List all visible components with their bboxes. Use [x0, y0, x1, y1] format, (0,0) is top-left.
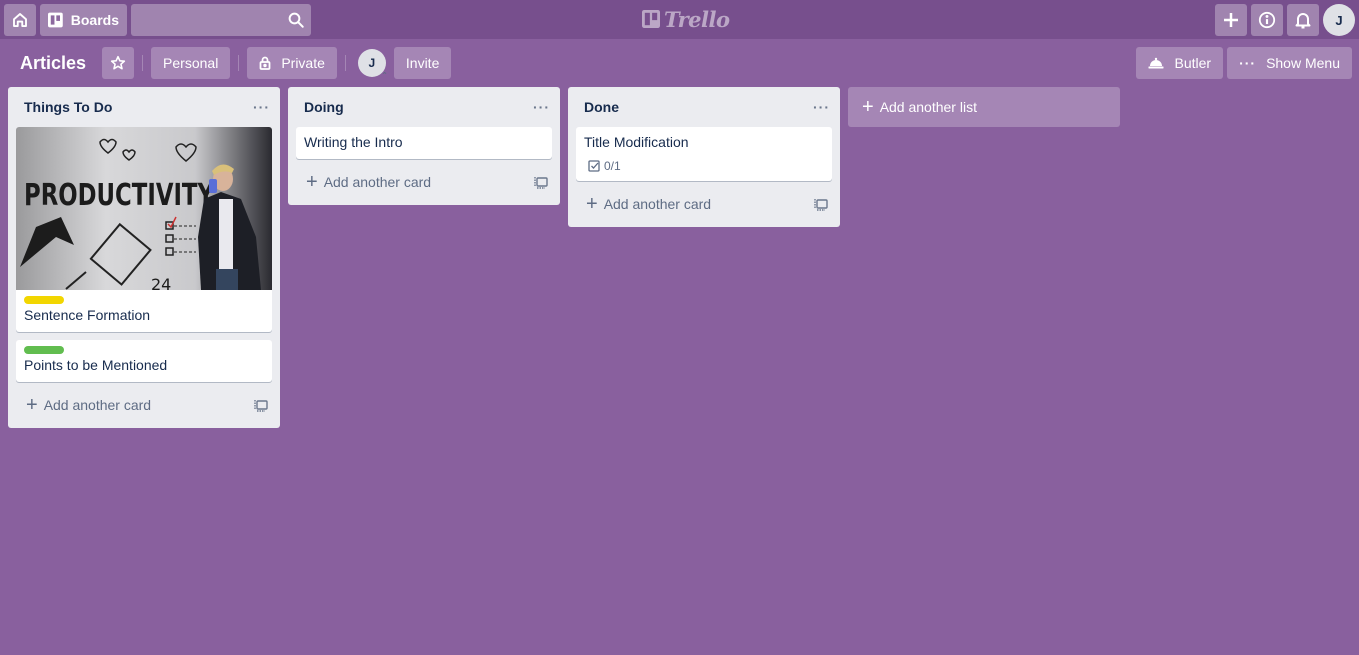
- search-input[interactable]: [131, 3, 311, 36]
- header-right-actions: J: [1215, 4, 1355, 36]
- card-title: Title Modification: [584, 134, 689, 150]
- card[interactable]: Points to be Mentioned: [16, 340, 272, 382]
- list-done: Done ··· Title Modification 0/1 + Add ano…: [568, 87, 840, 227]
- boards-button[interactable]: Boards: [40, 3, 127, 36]
- star-board-button[interactable]: [102, 47, 135, 79]
- list-things-to-do: Things To Do ··· PRODUCTIVITY 24 Sentenc…: [8, 87, 280, 428]
- member-initial: J: [368, 56, 376, 70]
- lock-icon: [259, 56, 271, 70]
- add-card-label: Add another card: [603, 196, 712, 212]
- visibility-button[interactable]: Private: [247, 47, 337, 79]
- trello-logo-icon: [642, 10, 660, 28]
- checklist-icon: [588, 160, 600, 172]
- list-title[interactable]: Things To Do: [24, 99, 112, 115]
- add-list-label: Add another list: [879, 99, 977, 115]
- invite-button[interactable]: Invite: [393, 47, 452, 79]
- search-box[interactable]: [131, 3, 311, 36]
- card-template-icon[interactable]: [254, 398, 268, 412]
- card-cover-image: PRODUCTIVITY 24: [16, 127, 272, 290]
- boards-label: Boards: [70, 11, 119, 28]
- admin-chevrons-icon: ⌃: [381, 71, 388, 80]
- bell-icon: [1295, 13, 1311, 29]
- card-label-green: [24, 346, 64, 354]
- house-icon: [13, 12, 27, 27]
- card-template-icon[interactable]: [534, 175, 548, 189]
- list-menu-icon[interactable]: ···: [533, 99, 550, 115]
- plus-icon: +: [862, 96, 874, 118]
- card-title: Writing the Intro: [304, 134, 403, 150]
- card[interactable]: Writing the Intro: [296, 127, 552, 159]
- checklist-count: 0/1: [604, 159, 621, 173]
- card[interactable]: Title Modification 0/1: [576, 127, 832, 181]
- top-header: Boards Trello J: [0, 0, 1359, 39]
- card[interactable]: PRODUCTIVITY 24 Sentence Formation: [16, 127, 272, 332]
- home-button[interactable]: [4, 3, 36, 36]
- more-icon: ···: [1239, 55, 1257, 71]
- add-card-button[interactable]: + Add another card: [288, 163, 560, 201]
- logo-text: Trello: [664, 6, 730, 32]
- user-avatar[interactable]: J: [1323, 4, 1355, 36]
- add-card-button[interactable]: + Add another card: [568, 185, 840, 223]
- add-card-button[interactable]: + Add another card: [8, 386, 280, 424]
- butler-label: Butler: [1174, 55, 1212, 71]
- info-button[interactable]: [1251, 4, 1283, 36]
- info-icon: [1258, 11, 1276, 29]
- butler-button[interactable]: Butler: [1136, 47, 1224, 79]
- list-title[interactable]: Done: [584, 99, 619, 115]
- trello-logo[interactable]: Trello: [642, 6, 730, 32]
- board-title[interactable]: Articles: [20, 53, 86, 74]
- show-menu-button[interactable]: ··· Show Menu: [1227, 47, 1352, 79]
- svg-text:PRODUCTIVITY: PRODUCTIVITY: [24, 178, 215, 213]
- list-header: Done ···: [568, 87, 840, 127]
- checklist-badge: 0/1: [576, 159, 832, 181]
- card-template-icon[interactable]: [814, 197, 828, 211]
- plus-icon: +: [306, 171, 318, 193]
- list-header: Things To Do ···: [8, 87, 280, 127]
- star-icon: [110, 55, 126, 70]
- divider: [238, 55, 240, 71]
- plus-icon: +: [586, 193, 598, 215]
- svg-text:24: 24: [151, 275, 171, 290]
- plus-icon: [1224, 13, 1238, 27]
- card-title: Points to be Mentioned: [24, 357, 168, 373]
- add-list-button[interactable]: + Add another list: [848, 87, 1120, 127]
- list-menu-icon[interactable]: ···: [813, 99, 830, 115]
- notifications-button[interactable]: [1287, 4, 1319, 36]
- list-title[interactable]: Doing: [304, 99, 344, 115]
- list-menu-icon[interactable]: ···: [253, 99, 270, 115]
- card-title: Sentence Formation: [24, 307, 151, 323]
- plus-icon: +: [26, 394, 38, 416]
- visibility-label: Private: [281, 55, 325, 71]
- board-icon: [48, 12, 63, 27]
- member-avatar[interactable]: J ⌃: [357, 49, 388, 80]
- show-menu-label: Show Menu: [1266, 55, 1340, 71]
- add-card-label: Add another card: [323, 174, 432, 190]
- butler-bell-icon: [1148, 57, 1164, 69]
- team-button[interactable]: Personal: [151, 47, 231, 79]
- divider: [142, 55, 144, 71]
- add-card-label: Add another card: [43, 397, 152, 413]
- board-header-right: Butler ··· Show Menu: [1132, 47, 1352, 79]
- card-label-yellow: [24, 296, 64, 304]
- list-header: Doing ···: [288, 87, 560, 127]
- create-button[interactable]: [1215, 4, 1247, 36]
- list-doing: Doing ··· Writing the Intro + Add another…: [288, 87, 560, 205]
- board-header: Articles Personal Private J ⌃ Invite But…: [0, 39, 1359, 87]
- divider: [344, 55, 346, 71]
